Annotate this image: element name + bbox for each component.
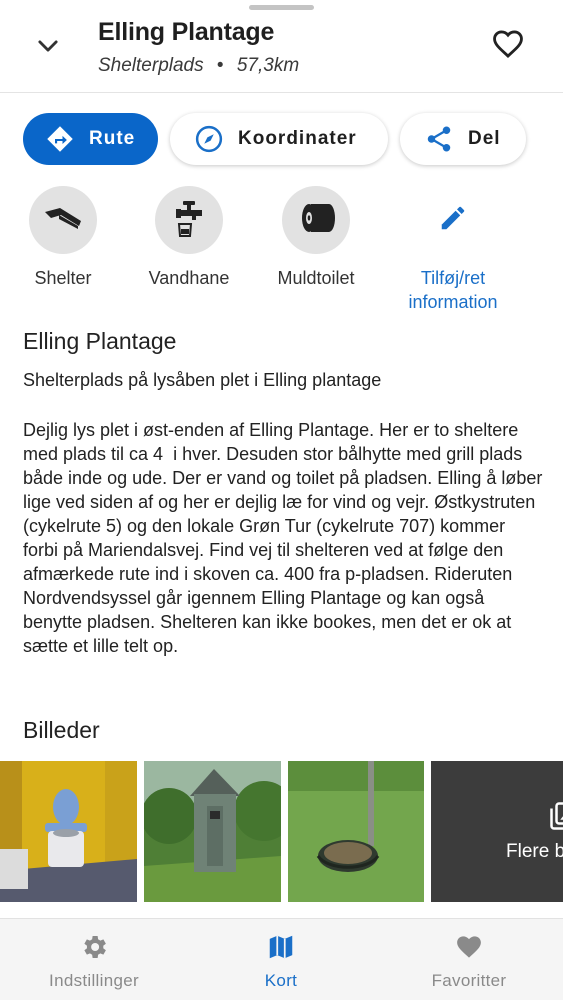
gear-icon xyxy=(79,932,109,967)
photo-library-icon xyxy=(549,801,563,836)
nav-favorites-label: Favoritter xyxy=(431,971,507,990)
pictures-strip[interactable]: Flere billeder xyxy=(0,761,563,902)
facility-label: Vandhane xyxy=(148,268,230,288)
edit-label-line2: information xyxy=(408,292,498,312)
nav-settings[interactable]: Indstillinger xyxy=(14,933,174,991)
description-short: Shelterplads på lysåben plet i Elling pl… xyxy=(23,370,382,390)
facilities-row: Shelter Vandhane Muldtoilet Tilføj/ret i… xyxy=(0,186,563,316)
subtitle-separator: • xyxy=(216,55,224,76)
toilet-paper-icon xyxy=(297,201,335,240)
nav-favorites[interactable]: Favoritter xyxy=(389,933,549,991)
map-icon xyxy=(266,932,296,967)
heart-filled-icon xyxy=(453,932,485,967)
facility-icon-wrap xyxy=(29,186,97,254)
more-pictures-label: Flere billeder xyxy=(506,841,563,862)
picture-thumbnail[interactable] xyxy=(288,761,424,902)
share-button[interactable]: Del xyxy=(400,113,526,165)
route-button[interactable]: Rute xyxy=(23,113,158,165)
compass-icon xyxy=(194,124,224,154)
nav-settings-label: Indstillinger xyxy=(49,971,139,990)
facility-label: Muldtoilet xyxy=(277,268,355,288)
share-label: Del xyxy=(468,128,501,149)
picture-thumbnail[interactable] xyxy=(0,761,137,902)
action-bar: Rute Koordinater Del xyxy=(0,113,563,167)
edit-information-button[interactable]: Tilføj/ret information xyxy=(390,186,516,314)
facility-icon-wrap xyxy=(419,186,487,254)
picture-thumbnail[interactable] xyxy=(144,761,281,902)
place-subtitle: Shelterplads • 57,3km xyxy=(98,55,299,77)
facility-label: Shelter xyxy=(34,268,92,288)
heart-outline-icon xyxy=(490,27,526,66)
facility-compost-toilet: Muldtoilet xyxy=(253,186,379,290)
facility-shelter: Shelter xyxy=(0,186,126,290)
edit-information-label: Tilføj/ret information xyxy=(390,266,516,314)
place-header: Elling Plantage Shelterplads • 57,3km xyxy=(0,0,563,93)
pictures-title: Billeder xyxy=(23,717,100,743)
share-icon xyxy=(424,124,454,154)
facility-icon-wrap xyxy=(282,186,350,254)
nav-map-label: Kort xyxy=(264,971,298,990)
chevron-down-icon xyxy=(34,32,62,65)
facility-water-tap: Vandhane xyxy=(126,186,252,290)
water-tap-icon xyxy=(172,198,206,243)
coordinates-label: Koordinater xyxy=(238,128,357,149)
shelter-icon xyxy=(43,201,83,240)
place-category: Shelterplads xyxy=(98,55,204,76)
description-long: Dejlig lys plet i øst-enden af Elling Pl… xyxy=(23,420,548,656)
edit-label-line1: Tilføj/ret xyxy=(420,268,486,288)
place-distance: 57,3km xyxy=(236,55,300,76)
collapse-button[interactable] xyxy=(28,28,68,68)
more-pictures-button[interactable]: Flere billeder xyxy=(431,761,563,902)
edit-pencil-icon xyxy=(438,203,468,238)
route-label: Rute xyxy=(89,128,136,149)
bottom-navigation: Indstillinger Kort Favoritter xyxy=(0,918,563,1000)
nav-map[interactable]: Kort xyxy=(201,933,361,991)
favorite-button[interactable] xyxy=(486,26,530,66)
place-title: Elling Plantage xyxy=(98,18,275,46)
directions-icon xyxy=(45,124,75,154)
facility-icon-wrap xyxy=(155,186,223,254)
coordinates-button[interactable]: Koordinater xyxy=(170,113,388,165)
description-section: Elling Plantage Shelterplads på lysåben … xyxy=(23,328,545,658)
description-heading: Elling Plantage xyxy=(23,328,177,354)
